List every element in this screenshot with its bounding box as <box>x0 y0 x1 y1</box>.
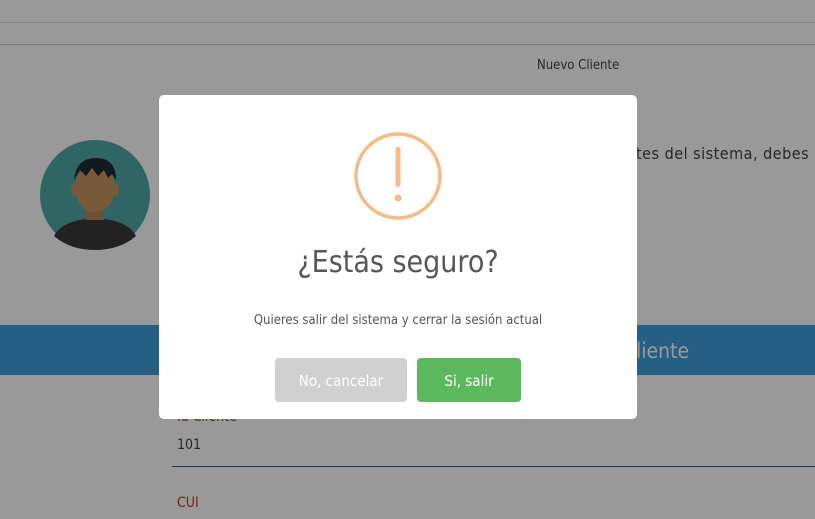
cancel-button[interactable]: No, cancelar <box>275 358 407 402</box>
confirm-dialog: ¿Estás seguro? Quieres salir del sistema… <box>159 95 637 419</box>
dialog-title: ¿Estás seguro? <box>297 245 499 280</box>
dialog-message: Quieres salir del sistema y cerrar la se… <box>253 313 543 328</box>
confirm-logout-button[interactable]: Si, salir <box>417 358 521 402</box>
exclamation-warning-icon <box>354 132 442 220</box>
